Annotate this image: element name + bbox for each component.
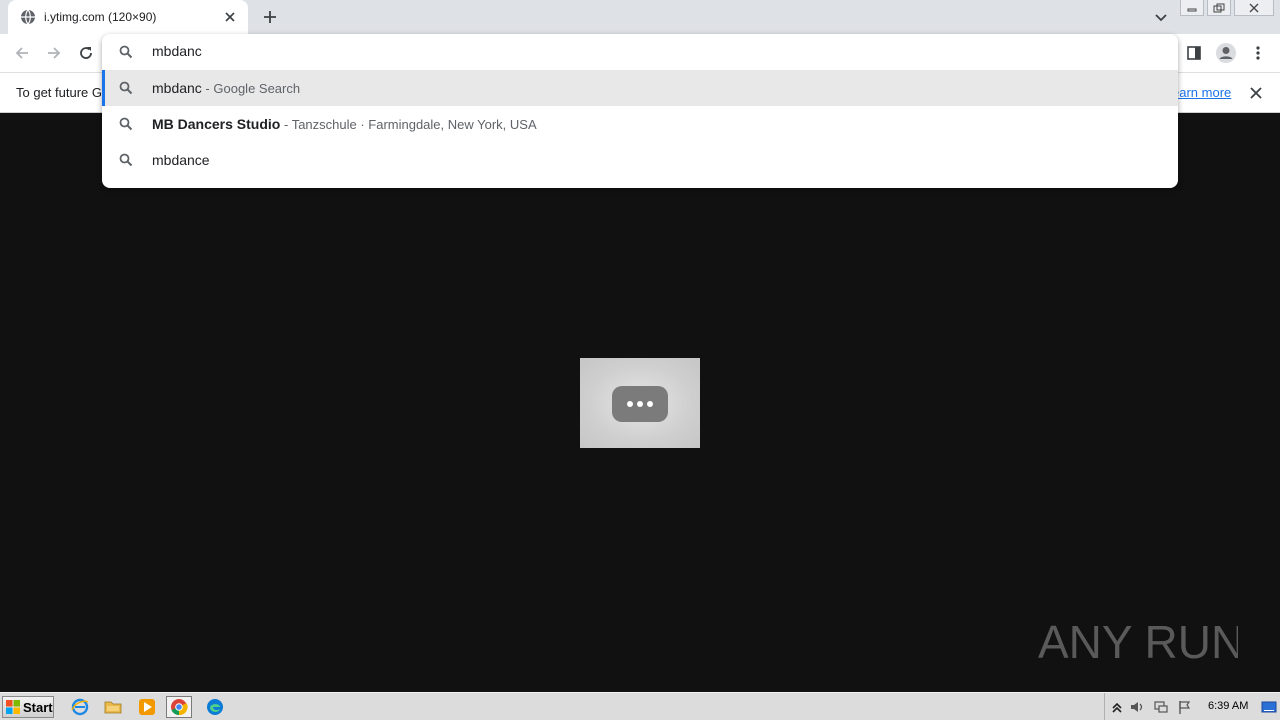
folder-icon [104,699,122,715]
forward-button[interactable] [42,41,66,65]
suggestion-row[interactable]: mbdanc - Google Search [102,70,1178,106]
suggestion-text: MB Dancers Studio - Tanzschule · Farming… [152,116,537,132]
learn-more-link[interactable]: earn more [1172,85,1231,100]
suggestion-main: MB Dancers Studio [152,116,281,132]
search-icon [119,81,133,95]
suggestion-detail: Tanzschule · Farmingdale, New York, USA [291,117,537,132]
suggestion-main: mbdance [152,152,210,168]
tray-arrow-icon[interactable] [1109,699,1125,715]
internet-explorer-icon [71,698,89,716]
plus-icon [262,9,278,25]
suggestion-row[interactable]: mbdance [102,142,1178,178]
speaker-icon[interactable] [1129,699,1145,715]
search-icon [119,117,133,131]
chevron-down-icon [1154,10,1168,24]
taskbar: Start 6:39 AM [0,692,1280,720]
taskbar-explorer[interactable] [100,696,126,718]
globe-icon [20,9,36,25]
forward-arrow-icon [46,45,62,61]
image-thumbnail[interactable] [580,358,700,448]
network-icon[interactable] [1153,699,1169,715]
page-content: ANY RUN [0,113,1280,692]
side-panel-button[interactable] [1182,41,1206,65]
reload-button[interactable] [74,41,98,65]
profile-icon [1215,42,1237,64]
windows-flag-icon [5,699,21,715]
show-desktop-icon[interactable] [1261,699,1277,715]
infobar-text: To get future G [16,85,102,100]
reload-icon [78,45,94,61]
watermark-logo: ANY RUN [1038,608,1238,674]
close-icon[interactable] [222,9,238,25]
start-button[interactable]: Start [2,696,54,718]
minimize-button[interactable] [1180,0,1204,16]
close-icon[interactable] [1248,85,1264,101]
search-icon [119,45,133,59]
watermark-text: ANY RUN [1038,616,1238,668]
window-close-button[interactable] [1234,0,1274,16]
suggestion-text: mbdanc - Google Search [152,80,301,96]
more-options-icon [612,386,668,422]
browser-tab[interactable]: i.ytimg.com (120×90) [8,0,248,34]
clock: 6:39 AM [1208,700,1249,712]
side-panel-icon [1186,45,1202,61]
suggestion-detail: Google Search [213,81,301,96]
address-input[interactable]: mbdanc [152,43,202,59]
taskbar-ie[interactable] [67,696,93,718]
restore-button[interactable] [1207,0,1231,16]
tab-search-button[interactable] [1150,6,1172,28]
taskbar-chrome[interactable] [166,696,192,718]
start-label: Start [23,699,53,715]
back-arrow-icon [14,45,30,61]
edge-icon [206,698,224,716]
search-icon [119,153,133,167]
media-player-icon [138,698,156,716]
taskbar-edge[interactable] [202,696,228,718]
menu-button[interactable] [1246,41,1270,65]
window-controls [1177,0,1274,18]
address-bar[interactable]: mbdanc [102,34,1178,70]
suggestion-main: mbdanc [152,80,202,96]
suggestion-text: mbdance [152,152,210,168]
back-button[interactable] [10,41,34,65]
system-tray [1104,693,1280,720]
omnibox-popup: mbdanc mbdanc - Google Search MB Dancers… [102,34,1178,188]
suggestion-row[interactable]: MB Dancers Studio - Tanzschule · Farming… [102,106,1178,142]
taskbar-media-player[interactable] [134,696,160,718]
chrome-icon [170,698,188,716]
new-tab-button[interactable] [258,5,282,29]
tab-strip: i.ytimg.com (120×90) [0,0,1280,34]
kebab-menu-icon [1256,45,1260,61]
profile-button[interactable] [1214,41,1238,65]
flag-icon[interactable] [1177,699,1193,715]
tab-title: i.ytimg.com (120×90) [44,10,157,24]
